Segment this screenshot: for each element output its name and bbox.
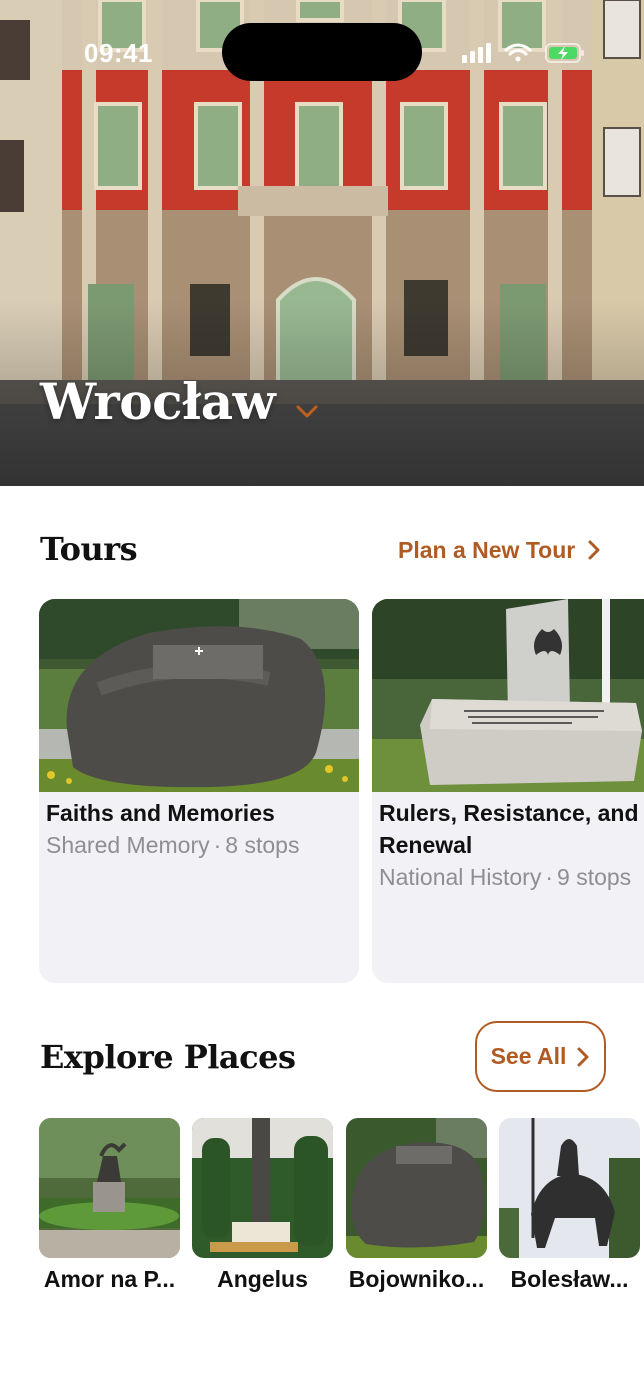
place-name: Bolesław...: [510, 1266, 629, 1292]
place-name: Bojowniko...: [348, 1266, 485, 1292]
city-title: Wrocław: [40, 372, 276, 431]
places-carousel[interactable]: Amor na P... Angelus Bojowniko... Bolesł…: [0, 1118, 644, 1318]
place-tile[interactable]: Angelus: [192, 1118, 333, 1293]
tour-card-title: Faiths and Memories: [46, 800, 275, 826]
place-tile[interactable]: Amor na P...: [39, 1118, 180, 1293]
signal-icon: [462, 43, 491, 63]
tours-carousel[interactable]: Faiths and Memories Shared Memory · 8 stop…: [0, 599, 644, 985]
tour-card-image: [372, 599, 644, 792]
place-tile[interactable]: Bolesław...: [499, 1118, 640, 1293]
tour-card[interactable]: Rulers, Resistance, and Renewal National…: [372, 599, 644, 983]
tour-card-meta: Shared Memory · 8 stops: [46, 829, 299, 861]
dynamic-island: [222, 23, 422, 81]
status-icons: [462, 43, 584, 63]
explore-places-heading: Explore Places: [40, 1038, 296, 1076]
place-image: [346, 1118, 487, 1258]
city-selector[interactable]: Wrocław: [40, 372, 319, 431]
battery-charging-icon: [545, 43, 584, 63]
tour-card-category: Shared Memory: [46, 832, 210, 858]
place-name: Angelus: [217, 1266, 308, 1292]
place-tile[interactable]: Bojowniko...: [346, 1118, 487, 1293]
hero-header: 09:41 Wrocław: [0, 0, 644, 486]
chevron-right-icon: [577, 1047, 589, 1066]
tour-card-image: [39, 599, 359, 792]
tour-card-category: National History: [379, 864, 542, 890]
tours-heading: Tours: [40, 530, 138, 568]
place-image: [192, 1118, 333, 1258]
status-bar: 09:41: [0, 0, 644, 104]
tour-card-stops: 9 stops: [557, 864, 632, 890]
tour-card-meta: National History · 9 stops: [379, 861, 631, 893]
chevron-right-icon: [588, 540, 600, 560]
meta-separator: ·: [213, 832, 222, 858]
chevron-down-icon: [296, 405, 318, 417]
wifi-icon: [504, 43, 532, 62]
see-all-button[interactable]: See All: [475, 1021, 606, 1092]
plan-new-tour-label: Plan a New Tour: [398, 536, 576, 563]
see-all-label: See All: [490, 1043, 567, 1069]
plan-new-tour-link[interactable]: Plan a New Tour: [398, 534, 601, 566]
place-image: [39, 1118, 180, 1258]
place-name: Amor na P...: [43, 1266, 176, 1292]
tour-card[interactable]: Faiths and Memories Shared Memory · 8 stop…: [39, 599, 359, 983]
place-image: [499, 1118, 640, 1258]
tour-card-stops: 8 stops: [225, 832, 300, 858]
status-time: 09:41: [84, 38, 153, 68]
meta-separator: ·: [545, 864, 554, 890]
tour-card-title: Rulers, Resistance, and Renewal: [379, 800, 639, 858]
